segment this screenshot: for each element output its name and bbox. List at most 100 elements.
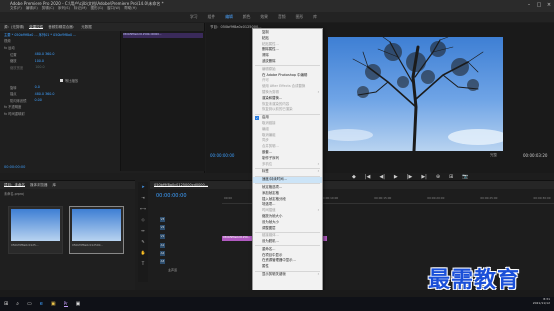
workspace-learn[interactable]: 学习 xyxy=(190,14,198,20)
menu-item-label: 属性 xyxy=(262,264,269,269)
menu-item-label: 速度/持续时间... xyxy=(262,177,287,182)
workspace-effects[interactable]: 效果 xyxy=(260,14,268,20)
status-bar xyxy=(0,290,554,297)
explorer-icon[interactable]: ▣ xyxy=(51,301,56,307)
submenu-arrow-icon: › xyxy=(317,272,319,277)
tab-media-browser[interactable]: 媒体浏览器 xyxy=(30,183,48,187)
tab-libraries[interactable]: 库 xyxy=(53,183,57,187)
track-header-v1[interactable]: V1 xyxy=(160,233,220,240)
search-icon[interactable]: ⌕ xyxy=(16,301,19,307)
minimize-icon[interactable]: – xyxy=(526,2,532,8)
menu-graphics[interactable]: 图形(G) xyxy=(91,6,103,11)
system-tray[interactable]: 8:31 2021/11/12 xyxy=(532,297,550,305)
menu-item-label: 缩放为帧大小 xyxy=(262,213,283,218)
timeline-timecode[interactable]: 00:00:00:00 xyxy=(156,193,187,199)
workspace-assembly[interactable]: 组件 xyxy=(208,14,216,20)
context-menu-item[interactable]: 波纹删除 xyxy=(253,59,322,65)
track-header-a1[interactable]: A1 xyxy=(160,242,220,249)
menu-item-label: 渲染和替换... xyxy=(262,95,283,100)
check-icon: ✓ xyxy=(255,116,259,121)
menu-file[interactable]: 文件(F) xyxy=(10,6,22,11)
menu-item-label: 波纹删除 xyxy=(262,58,276,63)
project-item[interactable]: 050bf9f8a0c0125... xyxy=(8,206,63,254)
tray-date: 2021/11/12 xyxy=(532,300,550,305)
timeline-tab[interactable]: 050bf9f8a0c0125000cd0000... xyxy=(154,183,209,187)
premiere-icon[interactable]: Pr xyxy=(63,301,68,307)
type-tool-icon[interactable]: T xyxy=(142,261,144,266)
context-menu-item[interactable]: 速度/持续时间... xyxy=(253,177,322,183)
menu-item-label: 多机位 xyxy=(262,161,273,166)
ec-timecode[interactable]: 00:00:00:00 xyxy=(4,165,25,169)
task-view-icon[interactable]: ▭ xyxy=(27,301,32,307)
track-header-v3[interactable]: V3 xyxy=(160,216,220,223)
start-icon[interactable]: ⊞ xyxy=(4,301,8,307)
menu-item-label: 嵌套... xyxy=(262,149,273,154)
context-menu-item[interactable]: 调整图层 xyxy=(253,226,322,232)
edge-icon[interactable]: e xyxy=(40,301,43,307)
tab-audio-mixer[interactable]: 音频剪辑混合器： xyxy=(48,25,76,29)
menu-edit[interactable]: 编辑(E) xyxy=(26,6,38,11)
video-frame xyxy=(323,36,508,153)
tab-effect-controls[interactable]: 效果控件 xyxy=(29,25,44,29)
maximize-icon[interactable]: □ xyxy=(536,2,542,8)
taskbar: ⊞ ⌕ ▭ e ▣ Pr ▣ xyxy=(0,297,554,311)
menu-item-label: 插入帧定格分段 xyxy=(262,196,286,201)
track-header-a3[interactable]: A3 xyxy=(160,258,220,265)
ripple-edit-icon[interactable]: ⟷ xyxy=(140,206,146,211)
app-icon[interactable]: ▣ xyxy=(76,301,81,307)
workspace-audio[interactable]: 音频 xyxy=(278,14,286,20)
fit-select[interactable]: 完整 xyxy=(490,153,497,158)
menu-markers[interactable]: 标记(M) xyxy=(74,6,87,11)
tab-project[interactable]: 项目：未命名 xyxy=(4,183,25,187)
project-panel: 项目：未命名 媒体浏览器 库 未命名.prproj 050bf9f8a0c012… xyxy=(0,180,135,290)
tree-image xyxy=(323,36,508,153)
menu-item-label: 粘贴 xyxy=(262,35,269,40)
track-header-a2[interactable]: A2 xyxy=(160,250,220,257)
hand-tool-icon[interactable]: ✋ xyxy=(141,250,146,255)
menu-item-label: 帧定格选项... xyxy=(262,184,283,189)
context-menu: 复制 粘贴 粘贴属性... 删除属性... 清除 波纹删除 编辑原始在 Adobe Phot… xyxy=(252,28,323,298)
track-header-v2[interactable]: V2 xyxy=(160,224,220,231)
selection-tool-icon[interactable]: ➤ xyxy=(141,184,144,189)
menu-clip[interactable]: 剪辑(C) xyxy=(42,6,54,11)
context-menu-item[interactable]: 设为脱机... xyxy=(253,239,322,245)
workspace-libraries[interactable]: 库 xyxy=(313,14,317,20)
project-item[interactable]: 050bf9f8a0c012500... xyxy=(69,206,124,254)
submenu-arrow-icon: › xyxy=(317,161,319,166)
context-menu-item[interactable]: 标签 › xyxy=(253,169,322,175)
menu-item-label: 调整图层 xyxy=(262,225,276,230)
menu-item-label: 链接媒体... xyxy=(262,233,279,238)
tab-source[interactable]: 源：(无剪辑) xyxy=(4,25,24,29)
tab-metadata[interactable]: 元数据 xyxy=(81,25,92,29)
tools-panel: ➤ ⇥ ⟷ ◇ ↔ ✎ ✋ T xyxy=(138,182,148,282)
workspace-graphics[interactable]: 图形 xyxy=(296,14,304,20)
workspace-color[interactable]: 颜色 xyxy=(243,14,251,20)
menu-item-label: 重命名... xyxy=(262,246,276,251)
ec-clip-bar[interactable]: 050bf9f8a0c012500cd0000... xyxy=(123,33,203,38)
menu-item-label: 设为帧大小 xyxy=(262,219,279,224)
menu-item-label: 替换为剪辑 xyxy=(262,89,279,94)
context-menu-item: 多机位 › xyxy=(253,162,322,168)
context-menu-item[interactable]: 属性 xyxy=(253,264,322,270)
track-header-master[interactable]: 主声道 xyxy=(168,267,228,274)
checkbox-icon[interactable] xyxy=(60,78,63,82)
menu-item-label: 取消链接 xyxy=(262,120,276,125)
menu-item-label: 编组 xyxy=(262,126,269,131)
slip-tool-icon[interactable]: ↔ xyxy=(141,228,144,233)
menu-item-label: 删除属性... xyxy=(262,47,279,52)
program-timecode[interactable]: 00:00:00:00 xyxy=(210,153,234,158)
project-path: 未命名.prproj xyxy=(4,192,25,196)
menu-help[interactable]: 帮助(H) xyxy=(124,6,136,11)
menu-item-label: 合并剪辑... xyxy=(262,144,279,149)
track-select-icon[interactable]: ⇥ xyxy=(141,195,144,200)
menu-item-label: 恢复未渲染的内容 xyxy=(262,101,290,106)
menu-window[interactable]: 窗口(W) xyxy=(107,6,120,11)
menu-sequence[interactable]: 序列(S) xyxy=(58,6,70,11)
menu-item-label: 场选项... xyxy=(262,202,276,207)
razor-tool-icon[interactable]: ◇ xyxy=(141,217,144,222)
workspace-editing[interactable]: 编辑 xyxy=(225,14,233,20)
workspace-bar: 学习 组件 编辑 颜色 效果 音频 图形 库 xyxy=(0,12,554,22)
context-menu-item[interactable]: 显示剪辑关键帧 › xyxy=(253,272,322,278)
pen-tool-icon[interactable]: ✎ xyxy=(141,239,144,244)
close-icon[interactable]: × xyxy=(546,2,552,8)
